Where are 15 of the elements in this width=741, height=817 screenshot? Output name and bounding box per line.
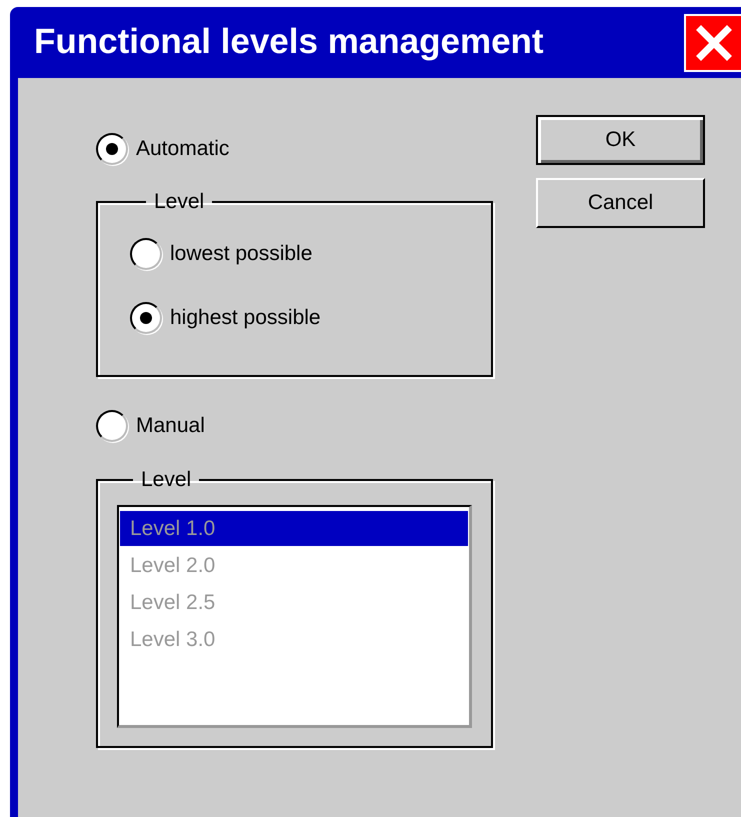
radio-label: lowest possible [170, 241, 312, 268]
radio-button[interactable] [96, 410, 128, 442]
radio-label: Manual [136, 413, 205, 440]
radio-button[interactable] [130, 238, 162, 270]
radio-label: Automatic [136, 136, 230, 162]
window-title: Functional levels management [34, 21, 544, 64]
close-button[interactable] [684, 14, 741, 72]
radio-button[interactable] [96, 133, 128, 165]
close-icon [696, 24, 732, 60]
radio-label: highest possible [170, 305, 321, 332]
group-label: Level [153, 189, 206, 215]
cancel-button[interactable]: Cancel [536, 178, 705, 228]
group-label: Level [140, 467, 192, 493]
ok-button[interactable]: OK [536, 115, 705, 165]
radio-button[interactable] [130, 302, 162, 334]
